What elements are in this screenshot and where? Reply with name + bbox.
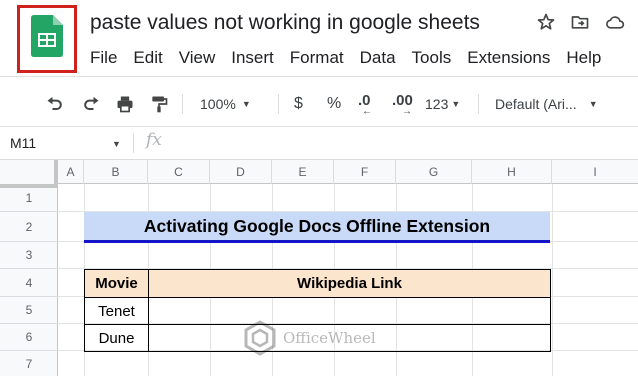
arrow-left-icon: ← (362, 105, 372, 117)
google-sheets-logo-icon[interactable] (31, 15, 63, 57)
table-header-movie[interactable]: Movie (84, 269, 149, 298)
redo-icon (84, 96, 99, 110)
name-box[interactable]: M11 (0, 129, 130, 157)
menu-view[interactable]: View (171, 48, 224, 68)
select-all-corner[interactable] (0, 160, 58, 184)
chevron-down-icon: ▼ (451, 99, 461, 109)
officewheel-logo-icon (244, 320, 276, 356)
undo-icon (47, 96, 62, 110)
font-family-select[interactable]: Default (Ari... ▼ (495, 86, 598, 122)
table-header-wikipedia-link[interactable]: Wikipedia Link (148, 269, 551, 298)
chevron-down-icon: ▼ (241, 99, 251, 109)
decrease-decimal-button[interactable]: .0 ← (358, 86, 372, 122)
toolbar-divider (0, 126, 638, 127)
toolbar-separator (182, 94, 183, 114)
column-header-b[interactable]: B (84, 160, 148, 184)
column-header-i[interactable]: I (552, 160, 638, 184)
row-header-1[interactable]: 1 (0, 184, 58, 212)
row-header-3[interactable]: 3 (0, 242, 58, 269)
font-family-value: Default (Ari... (495, 96, 577, 112)
percent-format-button[interactable]: % (327, 86, 341, 122)
increase-decimal-button[interactable]: .00 → (392, 86, 413, 122)
row-header-5[interactable]: 5 (0, 297, 58, 324)
redo-button[interactable] (80, 86, 102, 122)
paint-format-button[interactable] (148, 86, 170, 122)
column-headers: A B C D E F G H I (0, 159, 638, 184)
cloud-status-icon[interactable] (604, 12, 626, 32)
column-header-g[interactable]: G (396, 160, 472, 184)
menu-help[interactable]: Help (558, 48, 609, 68)
gridline (552, 184, 553, 376)
row-header-2[interactable]: 2 (0, 212, 58, 242)
print-icon (117, 96, 133, 113)
table-cell-movie[interactable]: Dune (84, 324, 149, 352)
row-header-7[interactable]: 7 (0, 351, 58, 376)
cell-reference: M11 (10, 135, 37, 151)
column-header-e[interactable]: E (272, 160, 334, 184)
column-header-h[interactable]: H (472, 160, 552, 184)
row-headers: 1 2 3 4 5 6 7 (0, 184, 58, 376)
print-button[interactable] (114, 86, 136, 122)
column-header-c[interactable]: C (148, 160, 210, 184)
toolbar-separator (278, 94, 279, 114)
fx-icon: fx (146, 130, 162, 150)
column-header-d[interactable]: D (210, 160, 272, 184)
arrow-right-icon: → (402, 105, 412, 117)
officewheel-watermark: OfficeWheel (243, 320, 393, 356)
column-header-f[interactable]: F (334, 160, 396, 184)
star-icon[interactable] (536, 12, 556, 32)
chevron-down-icon[interactable]: ▼ (112, 139, 121, 149)
paint-format-icon (152, 96, 168, 113)
formula-bar-separator (133, 133, 134, 153)
menu-data[interactable]: Data (352, 48, 404, 68)
menu-file[interactable]: File (82, 48, 125, 68)
toolbar: 100% ▼ $ % .0 ← .00 → 123 ▼ Default (Ari… (0, 86, 638, 122)
undo-button[interactable] (44, 86, 66, 122)
menu-edit[interactable]: Edit (125, 48, 170, 68)
document-title[interactable]: paste values not working in google sheet… (90, 11, 480, 35)
table-cell-movie[interactable]: Tenet (84, 297, 149, 325)
sheets-logo-highlight (17, 5, 77, 73)
menu-bar: File Edit View Insert Format Data Tools … (82, 48, 609, 68)
row-header-6[interactable]: 6 (0, 324, 58, 351)
header-divider (0, 76, 638, 77)
menu-insert[interactable]: Insert (223, 48, 282, 68)
menu-format[interactable]: Format (282, 48, 352, 68)
toolbar-separator (478, 94, 479, 114)
watermark-text: OfficeWheel (283, 329, 376, 347)
sheet-title-banner[interactable]: Activating Google Docs Offline Extension (84, 212, 550, 243)
more-formats-select[interactable]: 123 ▼ (425, 86, 460, 122)
currency-format-button[interactable]: $ (294, 86, 303, 122)
frozen-rows-bar[interactable] (0, 184, 58, 188)
menu-tools[interactable]: Tools (404, 48, 460, 68)
zoom-value: 100% (200, 96, 236, 112)
move-to-folder-icon[interactable] (570, 12, 590, 32)
row-header-4[interactable]: 4 (0, 269, 58, 297)
column-header-a[interactable]: A (58, 160, 84, 184)
menu-extensions[interactable]: Extensions (459, 48, 558, 68)
chevron-down-icon: ▼ (588, 99, 598, 109)
zoom-select[interactable]: 100% ▼ (200, 86, 251, 122)
